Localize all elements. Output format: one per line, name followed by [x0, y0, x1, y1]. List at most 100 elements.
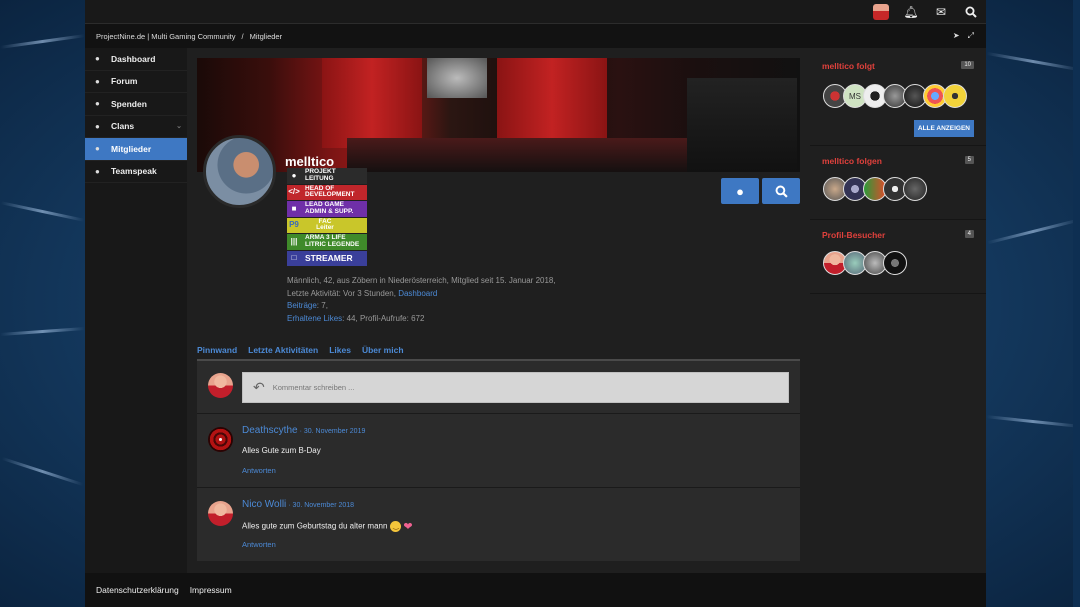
- sidebar-item-label: Spenden: [111, 98, 147, 109]
- visitors-title: Profil-Besucher: [822, 230, 886, 240]
- twitch-icon: □: [291, 253, 297, 262]
- users-icon: ●: [95, 144, 100, 154]
- reply-button[interactable]: Antworten: [242, 540, 276, 549]
- profile-username: melltico: [285, 154, 335, 169]
- comment-date[interactable]: · 30. November 2019: [300, 428, 366, 435]
- search-icon: [775, 185, 788, 198]
- comment-date[interactable]: · 30. November 2018: [288, 502, 354, 509]
- right-sidebar: melltico folgt 10 MS ALLE ANZEIGEN mellt…: [810, 58, 986, 294]
- show-all-button[interactable]: ALLE ANZEIGEN: [913, 120, 974, 137]
- profile-user-button[interactable]: ●: [721, 178, 759, 204]
- search-button[interactable]: [956, 0, 986, 24]
- p9-icon: P9: [289, 220, 299, 229]
- controller-icon: ■: [291, 203, 297, 213]
- badge-projekt-leitung: ● PROJEKT LEITUNG: [287, 168, 367, 184]
- sidebar-item-label: Dashboard: [111, 53, 156, 64]
- sidebar-item-mitglieder[interactable]: ● Mitglieder: [85, 138, 187, 161]
- badge-head-of-development: </> HEAD OF DEVELOPMENT: [287, 184, 367, 200]
- collapse-icon[interactable]: ⤢: [968, 31, 974, 41]
- tab-pinnwand[interactable]: Pinnwand: [197, 345, 237, 355]
- following-title: melltico folgt: [822, 61, 875, 71]
- followers-box: melltico folgen 5: [810, 146, 986, 220]
- sidebar-item-teamspeak[interactable]: ● Teamspeak: [85, 161, 187, 183]
- following-count: 10: [961, 61, 974, 69]
- comment-author[interactable]: Deathscythe: [242, 425, 298, 436]
- breadcrumb-current[interactable]: Mitglieder: [250, 32, 283, 41]
- comment-composer: ↶ Kommentar schreiben ...: [197, 361, 800, 414]
- avatar[interactable]: [943, 84, 967, 108]
- following-box: melltico folgt 10 MS ALLE ANZEIGEN: [810, 58, 986, 146]
- visitors-avatars: [810, 251, 986, 275]
- user-avatar: [873, 4, 889, 20]
- posts-value: : 7,: [316, 301, 328, 310]
- followers-count: 5: [964, 156, 974, 164]
- sidebar-item-spenden[interactable]: ● Spenden: [85, 93, 187, 116]
- comment-text: Alles gute zum Geburtstag du alter mann: [242, 521, 388, 531]
- wall: ↶ Kommentar schreiben ... Deathscythe · 3…: [197, 359, 800, 561]
- likes-link[interactable]: Erhaltene Likes: [287, 314, 342, 323]
- notifications-button[interactable]: 🔔︎: [896, 0, 926, 24]
- chat-icon: ✉: [935, 5, 947, 19]
- code-icon: </>: [288, 187, 300, 196]
- chat-icon: ●: [95, 121, 100, 131]
- sidebar-item-label: Forum: [111, 76, 138, 87]
- user-icon: ●: [291, 170, 297, 180]
- breadcrumb-separator: /: [241, 31, 244, 41]
- reply-button[interactable]: Antworten: [242, 466, 276, 475]
- avatar[interactable]: [208, 501, 233, 526]
- likes-value: : 44, Profil-Aufrufe: 672: [342, 313, 425, 323]
- visitors-box: Profil-Besucher 4: [810, 220, 986, 294]
- info-icon[interactable]: ➤: [953, 31, 960, 41]
- tab-likes[interactable]: Likes: [329, 345, 351, 355]
- bell-icon: 🔔︎: [903, 5, 919, 19]
- comment-author[interactable]: Nico Wolli: [242, 499, 286, 510]
- comment-placeholder: Kommentar schreiben ...: [272, 383, 355, 392]
- user-menu-button[interactable]: [866, 0, 896, 24]
- reply-icon: ↶: [253, 379, 265, 395]
- avatar[interactable]: [883, 251, 907, 275]
- footer-privacy-link[interactable]: Datenschutzerklärung: [96, 585, 179, 595]
- profile-last-activity: Letzte Aktivität: Vor 3 Stunden,: [287, 288, 396, 298]
- user-icon: ●: [736, 183, 744, 199]
- grin-emoji-icon: ‿: [390, 521, 402, 532]
- messages-button[interactable]: ✉: [926, 0, 956, 24]
- following-avatars: MS: [810, 84, 986, 108]
- page-container: 🔔︎ ✉ ProjectNine.de | Multi Gaming Commu…: [85, 0, 986, 607]
- badge-lead-game-admin: ■ LEAD GAME ADMIN & SUPP.: [287, 201, 367, 217]
- sidebar-item-label: Clans: [111, 121, 135, 132]
- sidebar: ● Dashboard ● Forum ● Spenden ● Clans ⌄ ● Mitg…: [85, 48, 187, 573]
- scrollbar[interactable]: [1073, 0, 1080, 607]
- tab-ueber-mich[interactable]: Über mich: [362, 345, 404, 355]
- chat-icon: ●: [95, 76, 100, 86]
- posts-link[interactable]: Beiträge: [287, 301, 317, 310]
- list-item: Nico Wolli · 30. November 2018 Alles gute…: [197, 488, 800, 562]
- tab-letzte-aktivitaeten[interactable]: Letzte Aktivitäten: [248, 345, 318, 355]
- sidebar-item-dashboard[interactable]: ● Dashboard: [85, 48, 187, 71]
- badge-arma-litric-legende: ||| ARMA 3 LIFE LITRIC LEGENDE: [287, 234, 367, 250]
- footer-impressum-link[interactable]: Impressum: [190, 585, 232, 595]
- breadcrumb: ProjectNine.de | Multi Gaming Community …: [85, 24, 986, 48]
- profile-info: Männlich, 42, aus Zöbern in Niederösterr…: [287, 275, 556, 325]
- sidebar-item-label: Teamspeak: [111, 166, 157, 177]
- chat-icon: ●: [95, 166, 100, 176]
- rank-badges: ● PROJEKT LEITUNG </> HEAD OF DEVELOPMENT ■ L…: [287, 168, 367, 267]
- profile-avatar[interactable]: [203, 135, 276, 208]
- sidebar-item-forum[interactable]: ● Forum: [85, 71, 187, 93]
- profile-info-line1: Männlich, 42, aus Zöbern in Niederösterr…: [287, 276, 556, 285]
- profile-search-button[interactable]: [762, 178, 800, 204]
- top-bar: 🔔︎ ✉: [85, 0, 986, 24]
- avatar: [208, 373, 233, 398]
- followers-avatars: [810, 177, 986, 201]
- avatar[interactable]: [208, 427, 233, 452]
- comment-text: Alles Gute zum B-Day: [242, 446, 321, 455]
- sidebar-item-clans[interactable]: ● Clans ⌄: [85, 116, 187, 138]
- chat-icon: ●: [95, 54, 100, 64]
- chevron-down-icon[interactable]: ⌄: [176, 122, 182, 130]
- avatar[interactable]: [903, 177, 927, 201]
- breadcrumb-site[interactable]: ProjectNine.de | Multi Gaming Community: [96, 32, 236, 41]
- activity-link[interactable]: Dashboard: [398, 289, 437, 298]
- arma-icon: |||: [290, 236, 298, 246]
- comment-input[interactable]: ↶ Kommentar schreiben ...: [242, 372, 789, 403]
- list-item: Deathscythe · 30. November 2019 Alles Gut…: [197, 414, 800, 488]
- chat-icon: ●: [95, 99, 100, 109]
